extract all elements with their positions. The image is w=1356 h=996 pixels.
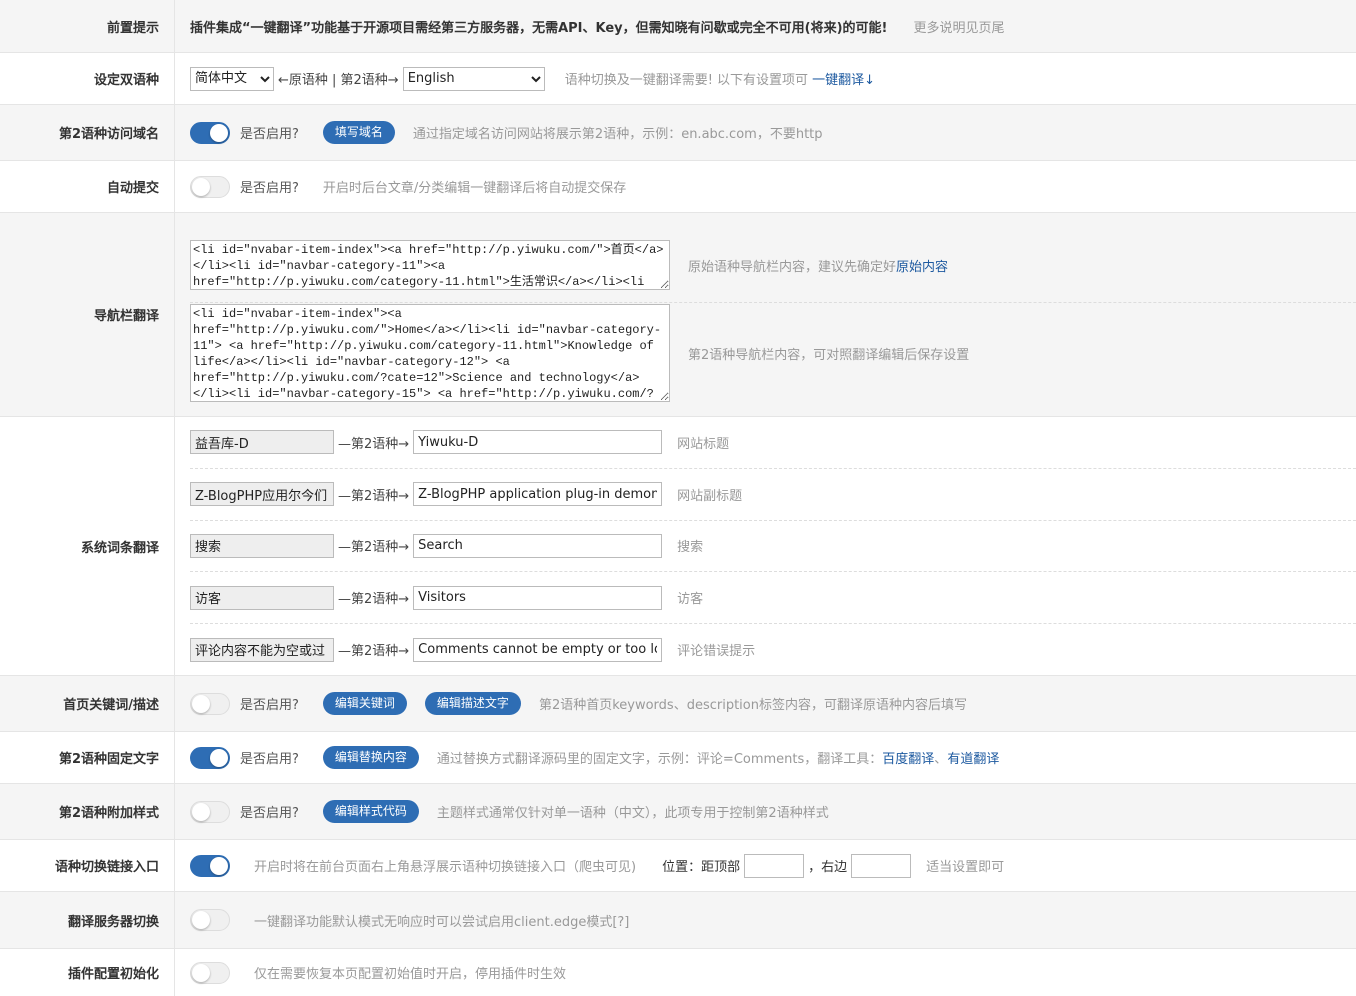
term-arrow: —第2语种→ bbox=[338, 644, 410, 660]
term-hint: 搜索 bbox=[677, 540, 704, 556]
row-server: 翻译服务器切换 一键翻译功能默认模式无响应时可以尝试启用client.edge模… bbox=[0, 892, 1356, 949]
row-label: 系统词条翻译 bbox=[0, 417, 175, 675]
term-target-input[interactable] bbox=[413, 585, 663, 610]
row-label: 第2语种附加样式 bbox=[0, 784, 175, 839]
row-label: 语种切换链接入口 bbox=[0, 840, 175, 891]
row-notice: 前置提示 插件集成“一键翻译”功能基于开源项目需经第三方服务器，无需API、Ke… bbox=[0, 0, 1356, 53]
youdao-translate-link[interactable]: 有道翻译 bbox=[947, 748, 999, 767]
right-label: ，右边 bbox=[808, 860, 848, 875]
auto-submit-hint: 开启时后台文章/分类编辑一键翻译后将自动提交保存 bbox=[322, 181, 627, 196]
row-domain: 第2语种访问域名 是否启用? 填写域名 通过指定域名访问网站将展示第2语种，示例… bbox=[0, 105, 1356, 161]
second-nav-textarea[interactable]: <li id="nvabar-item-index"><a href="http… bbox=[190, 304, 670, 402]
notice-text: 插件集成“一键翻译”功能基于开源项目需经第三方服务器，无需API、Key，但需知… bbox=[190, 20, 888, 36]
row-label: 第2语种固定文字 bbox=[0, 732, 175, 783]
target-language-select[interactable]: English bbox=[402, 66, 545, 91]
row-keywords: 首页关键词/描述 是否启用? 编辑关键词 编辑描述文字 第2语种首页keywor… bbox=[0, 676, 1356, 732]
original-nav-textarea[interactable]: <li id="nvabar-item-index"><a href="http… bbox=[190, 240, 670, 290]
term-arrow: —第2语种→ bbox=[338, 592, 410, 608]
row-style: 第2语种附加样式 是否启用? 编辑样式代码 主题样式通常仅针对单一语种（中文），… bbox=[0, 784, 1356, 840]
position-label: 位置：距顶部 bbox=[662, 860, 741, 875]
term-source-input[interactable] bbox=[190, 533, 334, 558]
row-terms: 系统词条翻译 —第2语种→ 网站标题 —第2语种→ 网站副标题 —第2语种→ 搜… bbox=[0, 417, 1356, 676]
domain-toggle[interactable] bbox=[190, 121, 230, 144]
term-hint: 网站标题 bbox=[677, 436, 730, 452]
bilingual-hint: 语种切换及一键翻译需要! 以下有设置项可 bbox=[564, 73, 809, 88]
enable-question: 是否启用? bbox=[240, 806, 299, 821]
row-label: 翻译服务器切换 bbox=[0, 892, 175, 948]
term-hint: 网站副标题 bbox=[677, 488, 743, 504]
original-content-link[interactable]: 原始内容 bbox=[896, 256, 948, 275]
row-fixed-text: 第2语种固定文字 是否启用? 编辑替换内容 通过替换方式翻译源码里的固定文字，示… bbox=[0, 732, 1356, 784]
second-nav-hint: 第2语种导航栏内容，可对照翻译编辑后保存设置 bbox=[688, 347, 970, 363]
enable-question: 是否启用? bbox=[240, 127, 299, 142]
style-hint: 主题样式通常仅针对单一语种（中文），此项专用于控制第2语种样式 bbox=[436, 806, 829, 821]
row-label: 设定双语种 bbox=[0, 53, 175, 104]
more-info-text: 更多说明见页尾 bbox=[913, 20, 1005, 36]
baidu-translate-link[interactable]: 百度翻译 bbox=[882, 748, 934, 767]
top-distance-input[interactable] bbox=[744, 853, 805, 878]
row-switch-link: 语种切换链接入口 开启时将在前台页面右上角悬浮展示语种切换链接入口（爬虫可见) … bbox=[0, 840, 1356, 892]
auto-submit-toggle[interactable] bbox=[190, 175, 230, 198]
reset-hint: 仅在需要恢复本页配置初始值时开启，停用插件时生效 bbox=[254, 967, 567, 982]
original-nav-hint: 原始语种导航栏内容，建议先确定好 bbox=[688, 259, 897, 275]
term-source-input[interactable] bbox=[190, 585, 334, 610]
reset-toggle[interactable] bbox=[190, 961, 230, 984]
term-hint: 评论错误提示 bbox=[677, 644, 756, 660]
server-toggle[interactable] bbox=[190, 909, 230, 931]
term-target-input[interactable] bbox=[413, 482, 663, 507]
link-separator: 、 bbox=[934, 752, 948, 767]
edit-replace-button[interactable]: 编辑替换内容 bbox=[322, 746, 419, 769]
term-source-input[interactable] bbox=[190, 482, 334, 507]
row-label: 自动提交 bbox=[0, 161, 175, 212]
row-auto-submit: 自动提交 是否启用? 开启时后台文章/分类编辑一键翻译后将自动提交保存 bbox=[0, 161, 1356, 213]
row-label: 首页关键词/描述 bbox=[0, 676, 175, 731]
row-label: 导航栏翻译 bbox=[0, 213, 175, 416]
enable-question: 是否启用? bbox=[240, 752, 299, 767]
term-target-input[interactable] bbox=[413, 430, 663, 455]
fixed-text-hint: 通过替换方式翻译源码里的固定文字，示例：评论=Comments，翻译工具： bbox=[436, 752, 883, 767]
term-source-input[interactable] bbox=[190, 637, 334, 662]
server-hint: 一键翻译功能默认模式无响应时可以尝试启用client.edge模式[?] bbox=[254, 914, 630, 930]
term-hint: 访客 bbox=[677, 592, 704, 608]
language-mid-text: ←原语种 | 第2语种→ bbox=[278, 73, 399, 88]
row-bilingual: 设定双语种 简体中文 ←原语种 | 第2语种→ English 语种切换及一键翻… bbox=[0, 53, 1356, 105]
row-reset: 插件配置初始化 仅在需要恢复本页配置初始值时开启，停用插件时生效 bbox=[0, 949, 1356, 996]
row-nav: 导航栏翻译 <li id="nvabar-item-index"><a href… bbox=[0, 213, 1356, 417]
one-click-translate-link[interactable]: 一键翻译↓ bbox=[812, 69, 875, 88]
term-row: —第2语种→ 网站副标题 bbox=[190, 469, 1356, 521]
right-distance-input[interactable] bbox=[851, 853, 912, 878]
edit-description-button[interactable]: 编辑描述文字 bbox=[424, 692, 521, 715]
edit-style-button[interactable]: 编辑样式代码 bbox=[322, 800, 419, 823]
term-arrow: —第2语种→ bbox=[338, 540, 410, 556]
enable-question: 是否启用? bbox=[240, 698, 299, 713]
row-label: 插件配置初始化 bbox=[0, 949, 175, 996]
term-arrow: —第2语种→ bbox=[338, 436, 410, 452]
term-row: —第2语种→ 访客 bbox=[190, 572, 1356, 625]
fill-domain-button[interactable]: 填写域名 bbox=[322, 121, 395, 144]
keywords-hint: 第2语种首页keywords、description标签内容，可翻译原语种内容后… bbox=[538, 698, 967, 713]
enable-question: 是否启用? bbox=[240, 181, 299, 196]
domain-hint: 通过指定域名访问网站将展示第2语种，示例：en.abc.com，不要http bbox=[412, 127, 823, 142]
row-label: 第2语种访问域名 bbox=[0, 105, 175, 160]
term-row: —第2语种→ 网站标题 bbox=[190, 417, 1356, 469]
switch-link-hint: 开启时将在前台页面右上角悬浮展示语种切换链接入口（爬虫可见) bbox=[254, 860, 637, 875]
switch-link-toggle[interactable] bbox=[190, 854, 230, 877]
term-target-input[interactable] bbox=[413, 533, 663, 558]
keywords-toggle[interactable] bbox=[190, 692, 230, 715]
row-label: 前置提示 bbox=[0, 0, 175, 52]
source-language-select[interactable]: 简体中文 bbox=[190, 66, 274, 91]
term-arrow: —第2语种→ bbox=[338, 488, 410, 504]
term-row: —第2语种→ 评论错误提示 bbox=[190, 624, 1356, 675]
style-toggle[interactable] bbox=[190, 800, 230, 823]
term-row: —第2语种→ 搜索 bbox=[190, 521, 1356, 573]
term-source-input[interactable] bbox=[190, 430, 334, 455]
position-tail-hint: 适当设置即可 bbox=[926, 860, 1005, 875]
fixed-text-toggle[interactable] bbox=[190, 746, 230, 769]
term-target-input[interactable] bbox=[413, 637, 663, 662]
edit-keywords-button[interactable]: 编辑关键词 bbox=[322, 692, 407, 715]
